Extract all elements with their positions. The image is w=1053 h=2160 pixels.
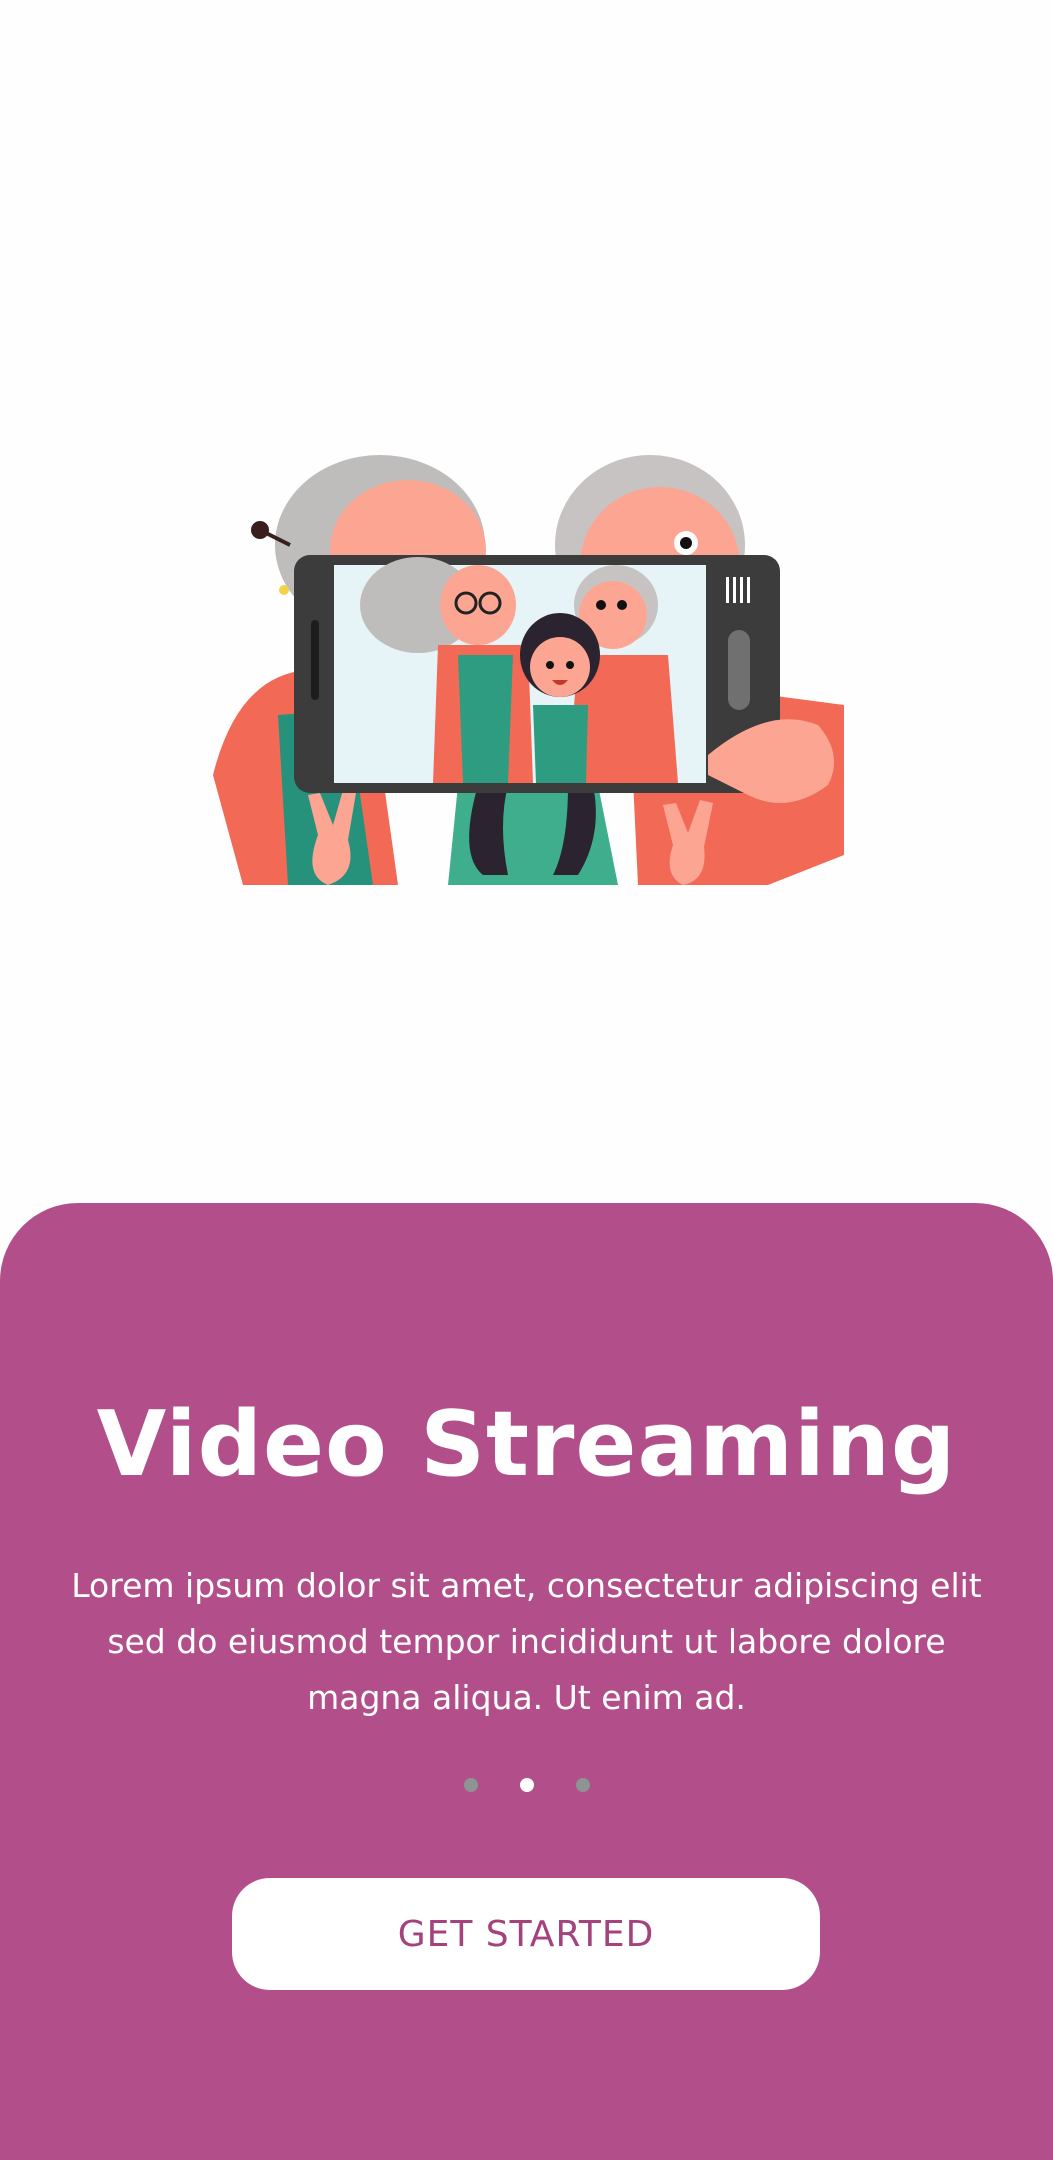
- description-text: Lorem ipsum dolor sit amet, consectetur …: [71, 1566, 982, 1717]
- family-selfie-illustration: [208, 455, 844, 885]
- pager-dot[interactable]: [463, 1778, 478, 1792]
- page-title: Video Streaming: [96, 1392, 957, 1498]
- pager-dots: [0, 1778, 1053, 1792]
- pager-dot[interactable]: [575, 1778, 590, 1792]
- pager-dot-active[interactable]: [519, 1778, 534, 1792]
- get-started-button[interactable]: GET STARTED: [232, 1878, 820, 1990]
